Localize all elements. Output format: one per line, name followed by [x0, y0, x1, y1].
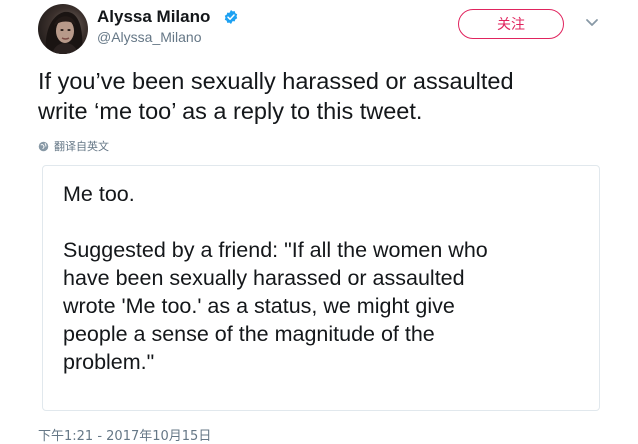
tweet-text-line: write ‘me too’ as a reply to this tweet.: [38, 98, 423, 124]
translate-link[interactable]: 翻译自英文: [38, 138, 109, 154]
display-name[interactable]: Alyssa Milano: [97, 7, 210, 27]
user-handle[interactable]: @Alyssa_Milano: [97, 29, 201, 45]
quoted-text-card: Me too. Suggested by a friend: "If all t…: [42, 165, 600, 411]
card-line: problem.": [63, 350, 155, 374]
follow-button[interactable]: 关注: [458, 9, 564, 39]
avatar-image: [45, 11, 83, 54]
card-line: have been sexually harassed or assaulted: [63, 266, 465, 290]
globe-icon: [38, 141, 49, 151]
chevron-down-icon[interactable]: [585, 18, 599, 28]
card-line: people a sense of the magnitude of the: [63, 322, 435, 346]
avatar[interactable]: [38, 4, 88, 54]
tweet-text-line: If you’ve been sexually harassed or assa…: [38, 68, 514, 94]
tweet-text: If you’ve been sexually harassed or assa…: [38, 66, 628, 126]
card-text: Me too. Suggested by a friend: "If all t…: [63, 180, 593, 376]
verified-badge-icon: [224, 10, 238, 24]
card-line: Suggested by a friend: "If all the women…: [63, 238, 488, 262]
card-line: Me too.: [63, 182, 135, 206]
tweet-header: Alyssa Milano @Alyssa_Milano 关注: [0, 0, 638, 60]
translate-label: 翻译自英文: [54, 140, 109, 153]
card-line: wrote 'Me too.' as a status, we might gi…: [63, 294, 455, 318]
tweet-timestamp[interactable]: 下午1:21 - 2017年10月15日: [38, 425, 211, 444]
